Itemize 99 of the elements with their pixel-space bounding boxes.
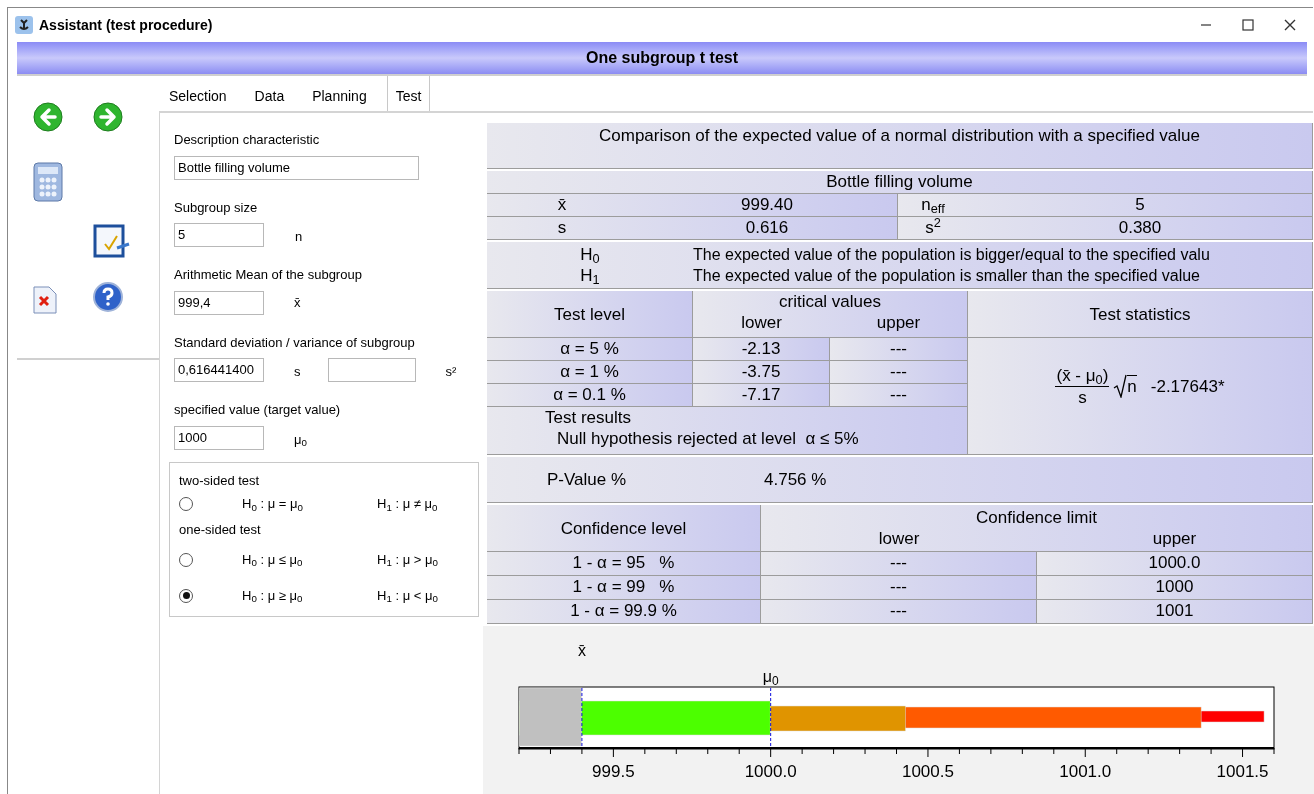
table-heading: Bottle filling volume <box>487 171 1313 194</box>
table-cell-text: 0.380 <box>1117 217 1163 239</box>
column-header: Test level <box>487 291 693 338</box>
column-header: lower <box>740 312 783 333</box>
group-label: two-sided test <box>179 471 261 490</box>
formula-denominator: s <box>1078 386 1087 408</box>
reference-label: μ$_{0}$ <box>762 668 779 686</box>
table-cell: 1 - α = 99.9 % <box>487 600 761 624</box>
field-label: Subgroup size <box>174 198 259 217</box>
column-header: upper <box>1151 528 1198 549</box>
header-bar: One subgroup t test <box>17 42 1307 76</box>
axis-label: 999.5 <box>592 762 635 782</box>
column-header: Confidence limit <box>975 507 1098 528</box>
input-field[interactable] <box>327 358 416 382</box>
maximize-button[interactable] <box>1241 18 1255 32</box>
table-cell: -3.75 <box>693 361 830 384</box>
table-cell: 1 - α = 99 % <box>487 576 761 600</box>
table-cell-text: 999.40 <box>740 194 794 216</box>
table-cell: -2.13 <box>693 338 830 361</box>
formula-radicand: n <box>1127 375 1137 397</box>
reference-line <box>770 687 772 749</box>
document-delete-icon[interactable] <box>33 286 57 314</box>
close-button[interactable] <box>1283 18 1297 32</box>
calculator-icon[interactable] <box>33 162 63 202</box>
p-value-label: P-Value % <box>547 469 628 490</box>
radio-button[interactable] <box>179 552 193 567</box>
reference-line <box>581 687 583 749</box>
axis-label: 1001.0 <box>1059 762 1112 782</box>
table-cell-text: 5 <box>1134 194 1146 216</box>
table-cell: 1000.0 <box>1037 552 1313 576</box>
group-label: one-sided test <box>179 521 262 539</box>
column-header: Confidence level <box>487 505 761 552</box>
column-header: lower <box>877 528 921 549</box>
board-check-icon[interactable] <box>93 222 131 260</box>
tab[interactable]: Selection <box>161 76 235 111</box>
field-label: Arithmetic Mean of the subgroup <box>174 266 363 284</box>
unit-label: x̄ <box>294 293 301 312</box>
formula-numerator: (x̄ - μ$_{0}$) <box>1055 364 1110 387</box>
app-icon <box>15 16 33 34</box>
hypothesis-symbol: H$_{0}$ <box>579 244 601 265</box>
hypothesis-label: H$_{0}$ : μ ≤ μ$_{0}$ <box>242 550 304 570</box>
hypothesis-text: The expected value of the population is smaller than the specified value <box>693 266 1200 286</box>
unit-label: n <box>295 228 303 247</box>
field-label: Standard deviation / variance of subgroup <box>174 333 416 352</box>
input-field[interactable]: Bottle filling volume <box>174 155 419 180</box>
input-field[interactable]: 0,616441400 <box>174 358 264 382</box>
column-header: Test statistics <box>968 291 1313 338</box>
input-field[interactable]: 5 <box>174 223 264 247</box>
table-cell: --- <box>830 384 968 407</box>
help-icon[interactable] <box>93 282 123 312</box>
input-field[interactable]: 999,4 <box>174 290 264 315</box>
input-field[interactable]: 1000 <box>174 425 264 450</box>
unit-label: s <box>294 363 301 382</box>
table-cell: 1001 <box>1037 600 1313 624</box>
table-cell: --- <box>761 600 1037 624</box>
table-cell-text: x̄ <box>556 194 568 216</box>
radio-button[interactable] <box>179 588 193 603</box>
hypothesis-text: The expected value of the population is bigger/equal to the specified valu <box>693 245 1210 265</box>
unit-label: μ$_{0}$ <box>294 430 307 450</box>
table-cell: --- <box>761 576 1037 600</box>
unit-label: s² <box>445 363 457 382</box>
table-cell-text: n$_{eff}$ <box>920 194 946 216</box>
table-cell-text: s <box>556 217 568 239</box>
axis-label: 1000.0 <box>744 762 797 782</box>
hypothesis-label: H$_{1}$ : μ < μ$_{0}$ <box>377 586 438 606</box>
table-title: Comparison of the expected value of a normal distribution with a specified value <box>487 123 1313 169</box>
result-text: Null hypothesis rejected at level α ≤ 5% <box>557 428 860 449</box>
radio-button[interactable] <box>179 497 193 511</box>
table-cell: --- <box>830 338 968 361</box>
table-cell: --- <box>761 552 1037 576</box>
test-statistic-value: -2.17643* <box>1150 375 1225 397</box>
axis-label: 1000.5 <box>901 762 954 782</box>
hypothesis-label: H$_{0}$ : μ ≥ μ$_{0}$ <box>242 586 304 606</box>
table-cell: 1 - α = 95 % <box>487 552 761 576</box>
table-cell: -7.17 <box>693 384 830 407</box>
result-label: Test results <box>545 407 632 428</box>
table-cell: α = 1 % <box>487 361 693 384</box>
column-header: critical values <box>777 291 882 312</box>
field-label: specified value (target value) <box>174 401 342 419</box>
hypothesis-label: H$_{0}$ : μ = μ$_{0}$ <box>242 495 304 514</box>
hypothesis-symbol: H$_{1}$ <box>579 265 601 286</box>
square-root-icon <box>1113 374 1128 398</box>
axis-label: 1001.5 <box>1216 762 1269 782</box>
table-cell: 1000 <box>1037 576 1313 600</box>
hypothesis-label: H$_{1}$ : μ > μ$_{0}$ <box>377 550 438 570</box>
hypothesis-label: H$_{1}$ : μ ≠ μ$_{0}$ <box>377 495 438 514</box>
table-cell-text: 0.616 <box>744 217 790 239</box>
table-cell: α = 5 % <box>487 338 693 361</box>
field-label: Description characteristic <box>174 131 321 149</box>
table-cell: α = 0.1 % <box>487 384 693 407</box>
window-title: Assistant (test procedure) <box>39 15 213 35</box>
p-value: 4.756 % <box>764 469 827 490</box>
table-cell-text: s$^{2}$ <box>924 217 942 239</box>
column-header: upper <box>875 312 922 333</box>
reference-label: x̄ <box>577 642 586 660</box>
table-cell: --- <box>830 361 968 384</box>
tab[interactable]: Test <box>386 76 431 111</box>
tab[interactable]: Planning <box>304 76 375 111</box>
tab[interactable]: Data <box>246 76 293 111</box>
